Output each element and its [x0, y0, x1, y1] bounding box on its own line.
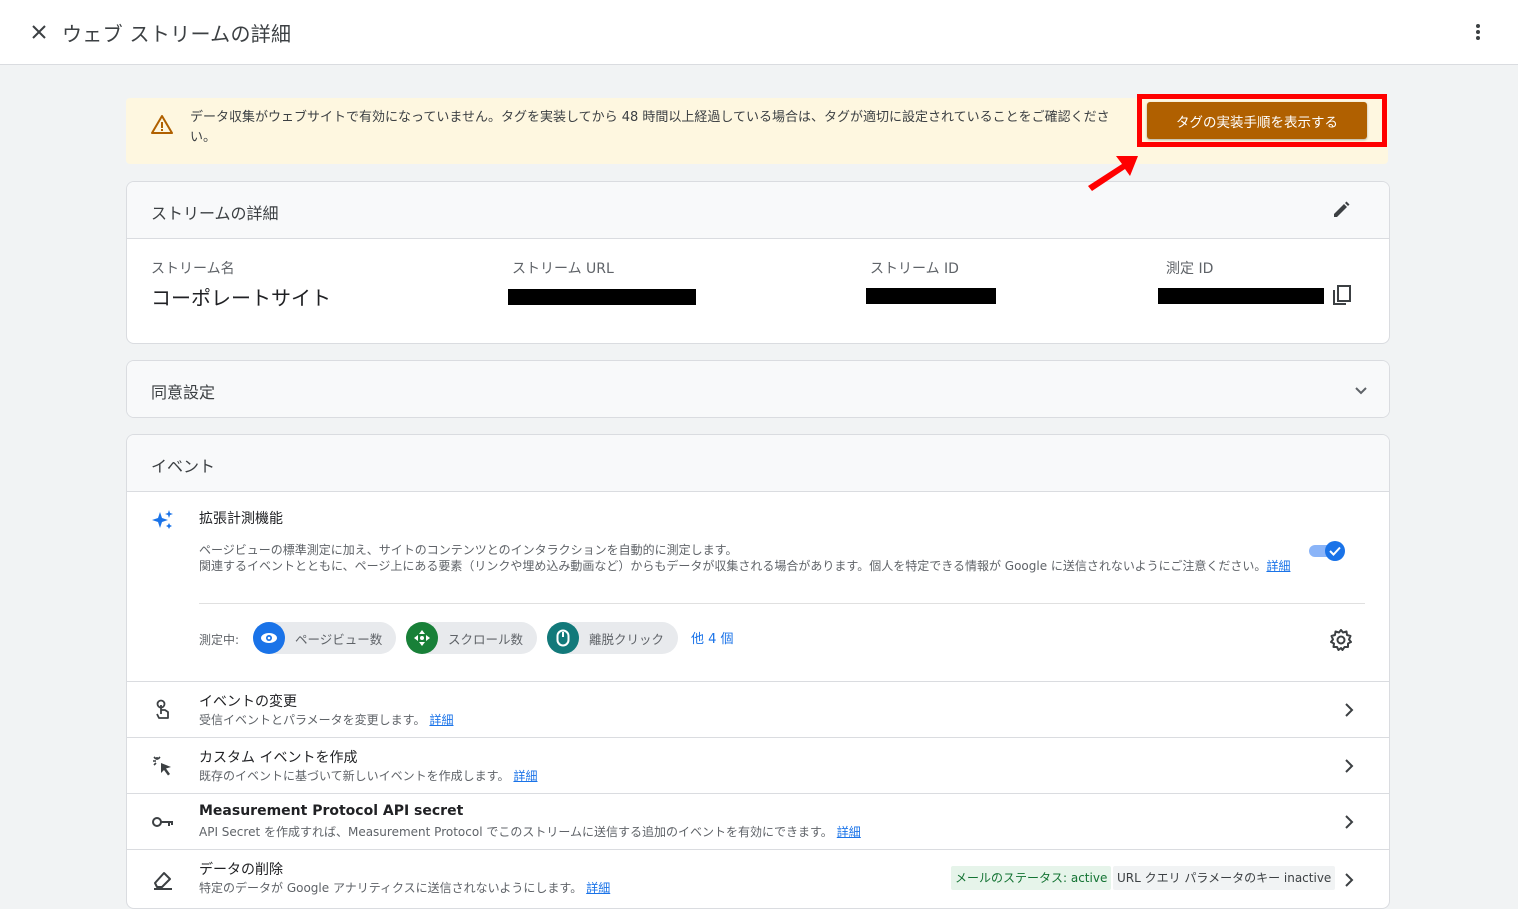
row-modify-events-desc-text: 受信イベントとパラメータを変更します。 — [199, 713, 426, 727]
eye-icon — [253, 622, 285, 654]
more-vert-icon[interactable] — [1466, 20, 1490, 44]
key-icon — [151, 810, 175, 834]
row-modify-events[interactable]: イベントの変更 受信イベントとパラメータを変更します。 詳細 — [127, 681, 1389, 737]
edit-icon[interactable] — [1329, 198, 1353, 222]
enhanced-desc-line2: 関連するイベントとともに、ページ上にある要素（リンクや埋め込み動画など）からもデ… — [199, 559, 1267, 573]
sparkle-icon — [151, 508, 175, 532]
enhanced-measurement-description: ページビューの標準測定に加え、サイトのコンテンツとのインタラクションを自動的に測… — [199, 542, 1309, 574]
chevron-right-icon — [1337, 698, 1361, 722]
gear-icon[interactable] — [1329, 628, 1353, 652]
row-create-custom-event[interactable]: カスタム イベントを作成 既存のイベントに基づいて新しいイベントを作成します。詳… — [127, 737, 1389, 793]
close-icon[interactable] — [28, 21, 50, 43]
row-data-deletion-link[interactable]: 詳細 — [586, 881, 610, 895]
divider — [199, 603, 1365, 604]
sparkle-click-icon — [151, 754, 175, 778]
chevron-right-icon — [1337, 810, 1361, 834]
scrollbar[interactable] — [1518, 0, 1532, 909]
touch-icon — [151, 698, 175, 722]
chevron-right-icon — [1337, 868, 1361, 892]
row-modify-events-desc: 受信イベントとパラメータを変更します。 詳細 — [199, 711, 453, 728]
row-create-custom-event-desc-text: 既存のイベントに基づいて新しいイベントを作成します。 — [199, 769, 510, 783]
row-measurement-protocol-desc: API Secret を作成すれば、Measurement Protocol で… — [199, 823, 861, 840]
more-events-link[interactable]: 他 4 個 — [691, 628, 734, 647]
consent-header[interactable]: 同意設定 — [127, 361, 1389, 417]
warning-message: データ収集がウェブサイトで有効になっていません。タグを実装してから 48 時間以… — [190, 110, 1110, 145]
consent-card[interactable]: 同意設定 — [126, 360, 1390, 418]
events-title: イベント — [151, 457, 216, 476]
chip-scrolls-label: スクロール数 — [448, 631, 524, 647]
row-data-deletion-desc-text: 特定のデータが Google アナリティクスに送信されないようにします。 — [199, 881, 583, 895]
row-data-deletion-desc: 特定のデータが Google アナリティクスに送信されないようにします。 詳細 — [199, 879, 610, 896]
row-create-custom-event-link[interactable]: 詳細 — [513, 769, 537, 783]
row-modify-events-title: イベントの変更 — [199, 694, 297, 710]
enhanced-learn-more-link[interactable]: 詳細 — [1266, 559, 1290, 573]
warning-icon — [150, 113, 174, 137]
view-tag-instructions-button[interactable]: タグの実装手順を表示する — [1147, 102, 1367, 139]
page-title: ウェブ ストリームの詳細 — [62, 22, 292, 46]
copy-icon[interactable] — [1330, 283, 1354, 307]
enhanced-measurement-title: 拡張計測機能 — [199, 511, 283, 527]
stream-details-title: ストリームの詳細 — [151, 204, 279, 223]
row-create-custom-event-desc: 既存のイベントに基づいて新しいイベントを作成します。 詳細 — [199, 767, 537, 784]
row-measurement-protocol[interactable]: Measurement Protocol API secret API Secr… — [127, 793, 1389, 849]
chip-scrolls[interactable]: スクロール数 — [406, 622, 538, 654]
chip-page-views-label: ページビュー数 — [295, 631, 383, 647]
annotation-arrow-icon — [1082, 150, 1142, 195]
stream-name-value: コーポレートサイト — [151, 286, 331, 310]
stream-url-label: ストリーム URL — [512, 261, 614, 277]
chip-page-views[interactable]: ページビュー数 — [253, 622, 397, 654]
stream-id-label: ストリーム ID — [870, 261, 959, 277]
mouse-icon — [547, 622, 579, 654]
stream-details-header: ストリームの詳細 — [127, 182, 1389, 239]
stream-url-redacted — [508, 289, 696, 305]
top-bar: ウェブ ストリームの詳細 — [0, 0, 1518, 65]
content-area: データ収集がウェブサイトで有効になっていません。タグを実装してから 48 時間以… — [0, 65, 1518, 909]
stream-details-card: ストリームの詳細 ストリーム名 コーポレートサイト ストリーム URL ストリー… — [126, 181, 1390, 344]
check-icon — [1325, 541, 1345, 561]
enhanced-desc-line1: ページビューの標準測定に加え、サイトのコンテンツとのインタラクションを自動的に測… — [199, 543, 738, 557]
chevron-down-icon[interactable] — [1349, 379, 1373, 403]
row-data-deletion[interactable]: データの削除 特定のデータが Google アナリティクスに送信されないようにし… — [127, 849, 1389, 908]
chip-outbound-clicks[interactable]: 離脱クリック — [547, 622, 679, 654]
measurement-id-label: 測定 ID — [1166, 261, 1214, 277]
row-create-custom-event-title: カスタム イベントを作成 — [199, 750, 358, 766]
scroll-icon — [406, 622, 438, 654]
chevron-right-icon — [1337, 754, 1361, 778]
row-modify-events-link[interactable]: 詳細 — [429, 713, 453, 727]
enhanced-measurement-toggle[interactable] — [1309, 540, 1347, 562]
row-measurement-protocol-link[interactable]: 詳細 — [837, 825, 861, 839]
events-card: イベント 拡張計測機能 ページビューの標準測定に加え、サイトのコンテンツとのイン… — [126, 434, 1390, 909]
measuring-label: 測定中: — [199, 633, 240, 647]
events-header: イベント — [127, 435, 1389, 492]
email-status-badge: メールのステータス: active — [951, 866, 1112, 890]
row-measurement-protocol-title: Measurement Protocol API secret — [199, 803, 464, 819]
consent-title: 同意設定 — [151, 383, 216, 402]
measurement-id-redacted — [1158, 288, 1324, 304]
chip-outbound-clicks-label: 離脱クリック — [589, 631, 665, 647]
url-query-status-badge: URL クエリ パラメータのキー inactive — [1113, 866, 1336, 890]
eraser-icon — [151, 868, 175, 892]
row-data-deletion-title: データの削除 — [199, 862, 283, 878]
row-measurement-protocol-desc-text: API Secret を作成すれば、Measurement Protocol で… — [199, 825, 833, 839]
enhanced-measurement-section: 拡張計測機能 ページビューの標準測定に加え、サイトのコンテンツとのインタラクショ… — [127, 492, 1389, 681]
stream-name-label: ストリーム名 — [151, 261, 235, 277]
stream-id-redacted — [866, 288, 996, 304]
